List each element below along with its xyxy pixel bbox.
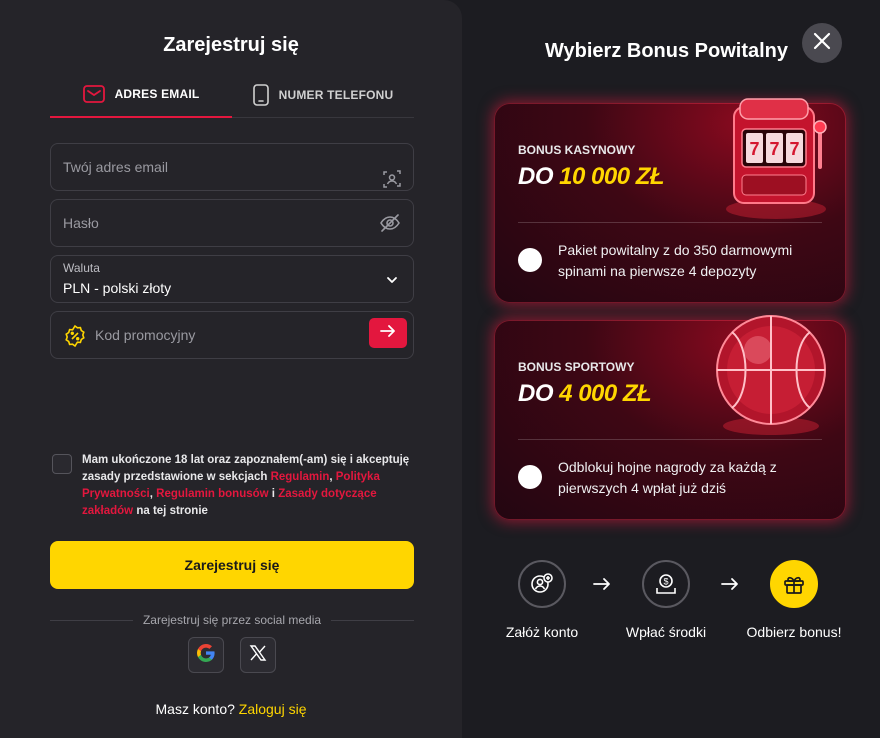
tab-email[interactable]: ADRES EMAIL (50, 72, 232, 118)
bonus-card-casino[interactable]: 7 7 7 BONUS KASYNOWY DO 10 000 ZŁ Pakiet… (494, 98, 846, 303)
divider-line (331, 619, 415, 621)
close-icon (813, 32, 831, 55)
currency-label: Waluta (63, 261, 100, 275)
step-label: Odbierz bonus! (746, 624, 842, 640)
basketball-icon (706, 308, 836, 443)
link-bonus-terms[interactable]: Regulamin bonusów (156, 488, 268, 500)
step-label: Wpłać środki (625, 624, 707, 640)
tab-phone[interactable]: NUMER TELEFONU (232, 72, 414, 118)
divider-line (50, 619, 133, 621)
bonus-category: BONUS KASYNOWY (518, 143, 636, 157)
email-field[interactable]: Twój adres email (50, 143, 414, 191)
deposit-icon: $ (642, 560, 690, 608)
svg-text:7: 7 (789, 139, 799, 159)
chevron-down-icon (385, 273, 399, 292)
social-label: Zarejestruj się przez social media (142, 613, 322, 627)
tab-email-label: ADRES EMAIL (114, 87, 200, 101)
svg-text:7: 7 (769, 139, 779, 159)
bonus-description: Pakiet powitalny z do 350 darmowymi spin… (558, 242, 793, 279)
bonus-amount: DO 10 000 ZŁ (518, 163, 665, 191)
email-placeholder: Twój adres email (63, 159, 169, 175)
discount-badge-icon (63, 324, 87, 353)
step-create-account: Załóż konto (494, 560, 590, 640)
bonus-amount-prefix: DO (518, 163, 560, 190)
bonus-radio-sport[interactable] (518, 465, 542, 489)
phone-icon (252, 83, 269, 106)
svg-text:7: 7 (749, 139, 759, 159)
password-field[interactable]: Hasło (50, 199, 414, 247)
bonus-title: Wybierz Bonus Powitalny (545, 40, 788, 62)
bonus-panel: Wybierz Bonus Powitalny 7 7 7 BONUS KASY… (462, 0, 880, 738)
register-panel: Zarejestruj się ADRES EMAIL NUMER TELEFO… (0, 0, 462, 738)
terms-text-part: na tej stronie (133, 505, 208, 517)
x-logo-icon (249, 644, 267, 667)
register-title: Zarejestruj się (163, 34, 299, 56)
step-label: Załóż konto (505, 624, 579, 640)
x-login-button[interactable] (240, 637, 276, 673)
eye-off-icon[interactable] (379, 212, 401, 239)
link-regulamin[interactable]: Regulamin (271, 471, 330, 483)
currency-value: PLN - polski złoty (63, 280, 172, 296)
face-scan-icon[interactable] (383, 170, 401, 193)
tab-phone-label: NUMER TELEFONU (278, 87, 394, 102)
arrow-right-icon (592, 574, 612, 599)
login-prompt: Masz konto? Zaloguj się (0, 701, 462, 717)
add-user-icon (518, 560, 566, 608)
envelope-icon (82, 85, 105, 103)
step-deposit: $ Wpłać środki (618, 560, 714, 640)
step-claim-bonus: Odbierz bonus! (740, 560, 848, 640)
card-divider (518, 222, 822, 223)
bonus-amount: DO 4 000 ZŁ (518, 380, 652, 408)
terms-text: Mam ukończone 18 lat oraz zapoznałem(-am… (82, 452, 412, 520)
bonus-steps: Załóż konto $ Wpłać środki Odbierz bonus… (462, 560, 880, 650)
bonus-amount-value: 4 000 ZŁ (559, 380, 652, 407)
google-login-button[interactable] (188, 637, 224, 673)
bonus-amount-value: 10 000 ZŁ (559, 163, 665, 190)
bonus-category: BONUS SPORTOWY (518, 360, 635, 374)
bonus-card-sport[interactable]: BONUS SPORTOWY DO 4 000 ZŁ Odblokuj hojn… (494, 315, 846, 520)
google-icon (196, 643, 216, 668)
login-link[interactable]: Zaloguj się (239, 701, 307, 717)
promo-code-field[interactable]: Kod promocyjny (50, 311, 414, 359)
arrow-right-icon (380, 324, 396, 342)
bonus-amount-prefix: DO (518, 380, 560, 407)
currency-select[interactable]: Waluta PLN - polski złoty (50, 255, 414, 303)
slot-machine-icon: 7 7 7 (716, 91, 836, 226)
terms-separator: i (268, 488, 279, 500)
password-placeholder: Hasło (63, 215, 99, 231)
promo-placeholder: Kod promocyjny (95, 327, 196, 343)
svg-text:$: $ (663, 577, 668, 587)
apply-promo-button[interactable] (369, 318, 407, 348)
register-button[interactable]: Zarejestruj się (50, 541, 414, 589)
bonus-radio-casino[interactable] (518, 248, 542, 272)
terms-checkbox[interactable] (52, 454, 72, 474)
bonus-description: Odblokuj hojne nagrody za każdą z pierws… (558, 459, 777, 496)
arrow-right-icon (720, 574, 740, 599)
card-divider (518, 439, 822, 440)
have-account-text: Masz konto? (155, 701, 235, 717)
close-button[interactable] (802, 23, 842, 63)
social-divider: Zarejestruj się przez social media (50, 613, 415, 627)
gift-icon (770, 560, 818, 608)
